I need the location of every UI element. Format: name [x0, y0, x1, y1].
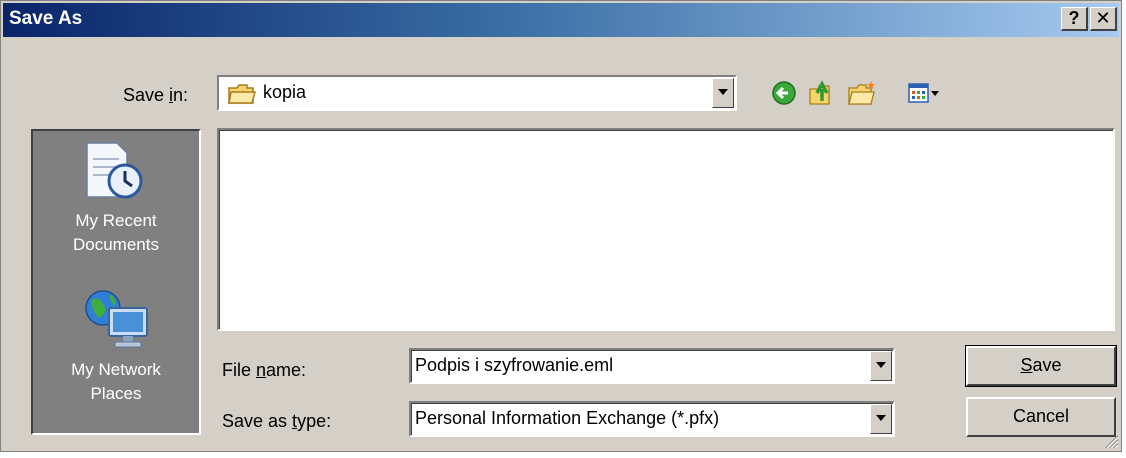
- recent-label-line2: Documents: [73, 235, 159, 254]
- help-button[interactable]: ?: [1061, 7, 1088, 31]
- up-folder-icon[interactable]: [807, 79, 837, 107]
- places-bar: My Recent Documents My Network Places: [31, 129, 201, 435]
- save-in-label: Save in:: [123, 85, 189, 105]
- views-menu-icon[interactable]: [907, 79, 941, 107]
- file-name-value: Podpis i szyfrowanie.eml: [415, 355, 614, 375]
- save-as-type-select[interactable]: Personal Information Exchange (*.pfx): [409, 401, 895, 437]
- save-in-dropdown-button[interactable]: [712, 78, 734, 108]
- save-button[interactable]: Save: [965, 345, 1117, 387]
- new-folder-icon[interactable]: [847, 79, 877, 107]
- network-label-line1: My Network: [71, 360, 161, 379]
- recent-label-line1: My Recent: [75, 211, 157, 230]
- close-button[interactable]: ✕: [1090, 7, 1117, 31]
- save-in-value: kopia: [263, 82, 307, 102]
- dialog-title: Save As: [9, 8, 83, 29]
- save-as-type-dropdown-button[interactable]: [870, 404, 892, 434]
- save-as-type-value: Personal Information Exchange (*.pfx): [415, 408, 720, 428]
- file-list-view[interactable]: [217, 128, 1115, 331]
- network-label-line2: Places: [90, 384, 142, 403]
- file-name-input[interactable]: Podpis i szyfrowanie.eml: [409, 348, 895, 384]
- file-name-label: File name:: [222, 360, 307, 380]
- place-my-recent-documents[interactable]: My Recent Documents: [33, 131, 199, 271]
- place-my-network-places[interactable]: My Network Places: [33, 276, 199, 426]
- network-places-icon: [85, 290, 148, 348]
- save-as-dialog: Save As ? ✕ Save in: kopia My Recent Doc…: [0, 0, 1122, 452]
- save-as-type-label: Save as type:: [222, 411, 332, 431]
- save-in-combo[interactable]: kopia: [217, 75, 737, 111]
- title-bar[interactable]: Save As ? ✕: [3, 3, 1119, 37]
- file-name-dropdown-button[interactable]: [870, 351, 892, 381]
- back-icon[interactable]: [770, 79, 800, 107]
- recent-documents-icon: [86, 142, 143, 199]
- resize-grip-icon[interactable]: [1103, 433, 1119, 449]
- cancel-button[interactable]: Cancel: [966, 397, 1116, 437]
- folder-icon: [228, 84, 256, 104]
